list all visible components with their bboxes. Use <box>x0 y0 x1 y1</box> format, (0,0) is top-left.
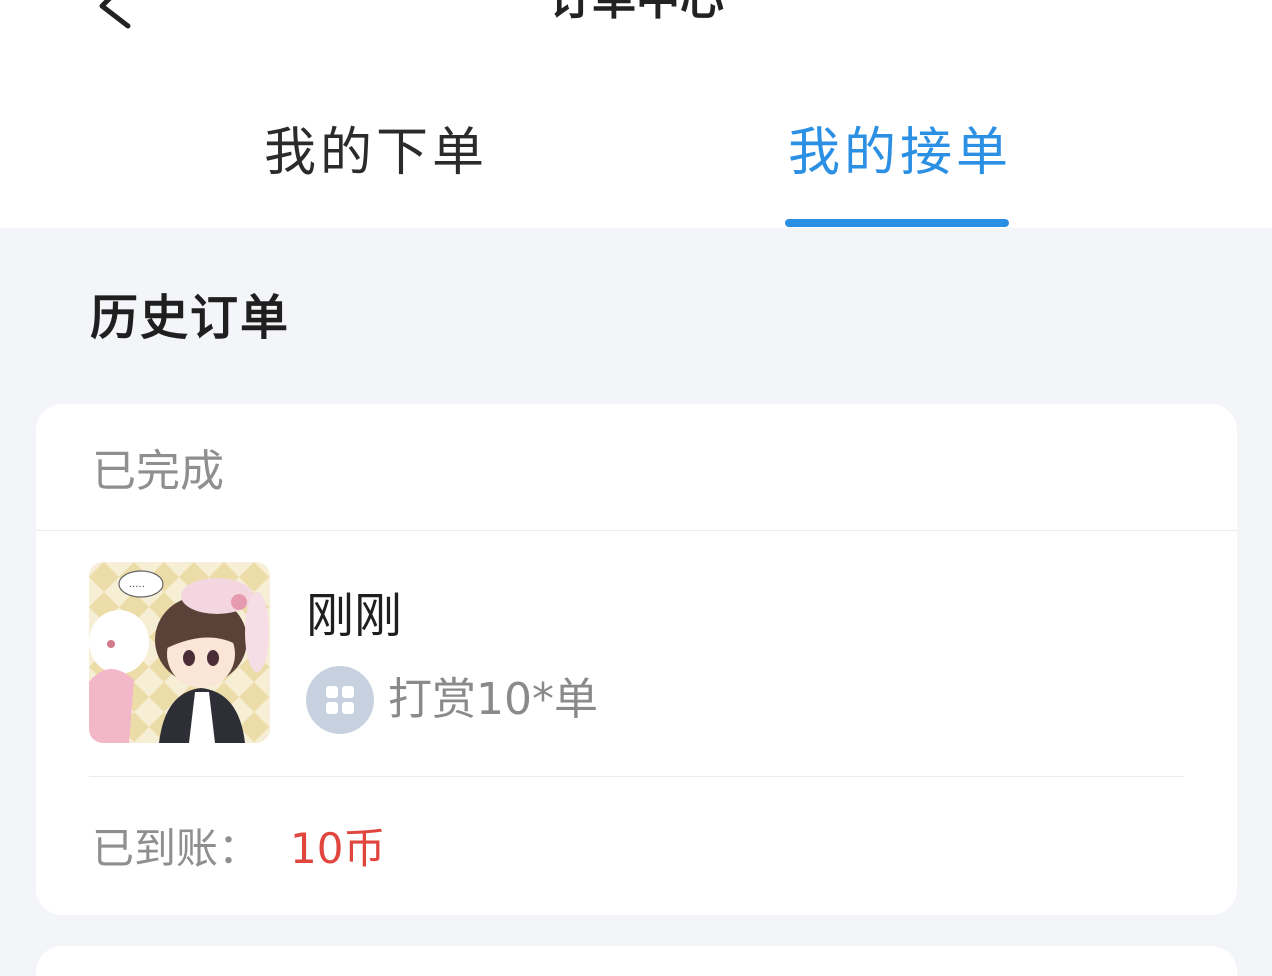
tab-my-accepted[interactable]: 我的接单 <box>788 118 1012 188</box>
order-description: 打赏10*单 <box>388 674 598 725</box>
section-heading: 历史订单 <box>90 290 291 346</box>
order-thumbnail: ..... <box>89 562 270 743</box>
received-amount: 10币 <box>290 824 386 873</box>
order-time: 刚刚 <box>306 588 403 644</box>
order-card[interactable]: 已完成 ..... 刚刚 打赏10*单 已到账： 10币 <box>36 404 1237 915</box>
next-order-card[interactable] <box>36 946 1237 976</box>
tab-my-orders[interactable]: 我的下单 <box>264 118 488 188</box>
active-tab-indicator <box>785 219 1009 227</box>
anime-avatar-image: ..... <box>89 562 270 743</box>
svg-text:.....: ..... <box>129 579 145 590</box>
divider <box>36 530 1237 531</box>
top-bar: 订单中心 我的下单 我的接单 <box>0 0 1272 228</box>
page-title: 订单中心 <box>0 0 1272 28</box>
order-status: 已完成 <box>92 446 224 497</box>
grid-apps-icon <box>306 666 374 734</box>
divider <box>89 776 1184 777</box>
received-label: 已到账： <box>92 824 261 873</box>
